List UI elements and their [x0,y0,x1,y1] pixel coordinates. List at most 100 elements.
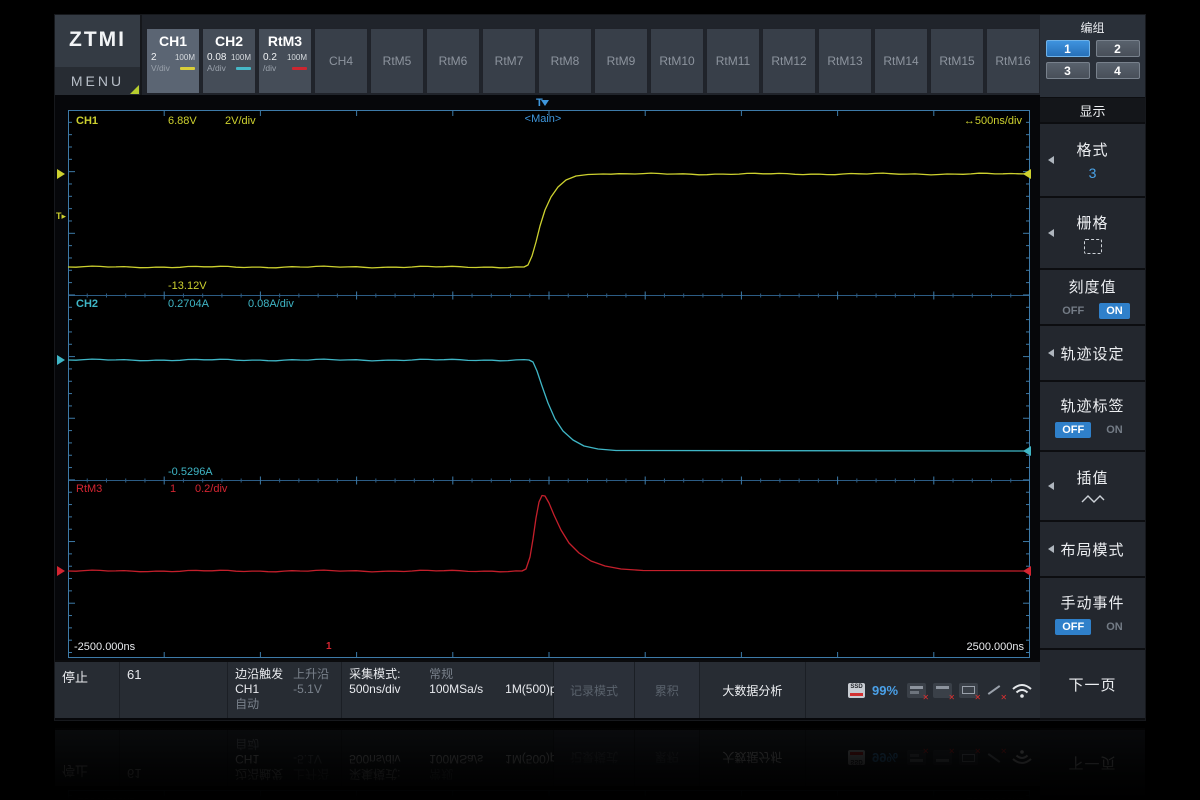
manual-event-on[interactable]: ON [1099,619,1130,635]
logo-block: ZTMI MENU [55,15,142,95]
waveform-display: T <Main> CH1 6.88V 2V/div ↔500ns/div -13… [68,110,1030,658]
scale-value-off[interactable]: OFF [1055,303,1091,319]
record-mode-button[interactable]: 记录模式 [554,662,635,718]
menu-button[interactable]: MENU [55,67,140,95]
stage: ZTMI MENU CH12100MV/divCH20.08100MA/divR… [0,0,1200,800]
ch1-trigger-level-marker[interactable]: T▸ [56,211,66,222]
wifi-icon [1011,682,1033,699]
trigger-type: 边沿触发 [235,667,283,682]
tab-rtm8[interactable]: RtM8 [538,28,592,94]
group-button-3[interactable]: 3 [1046,62,1090,79]
ssd-card-icon: SSD [848,683,865,698]
chevron-left-icon [1048,349,1054,357]
status-icons: SSD 99% ✕ ✕ ✕ ✕ [806,662,1040,718]
rtm3-scale: 0.2/div [195,483,227,495]
format-value: 3 [1089,165,1097,181]
horizontal-scale-icon: ↔ [964,115,975,127]
trigger-source: CH1 [235,682,283,697]
sidebar-item-grid[interactable]: 栅格 [1040,198,1145,268]
tab-rtm15[interactable]: RtM15 [930,28,984,94]
ch1-label: CH1 [76,115,98,127]
sidebar-item-format[interactable]: 格式 3 [1040,124,1145,196]
trigger-level: -5.1V [293,682,329,697]
tab-rtm3[interactable]: RtM30.2100M/div [258,28,312,94]
acq-mode: 常规 [429,667,499,682]
acquisition-count: 61 [120,662,228,718]
ch2-level-marker-icon[interactable] [1023,446,1031,456]
rtm3-trigger-marker[interactable]: 1 [326,641,332,652]
rtm3-level-marker-icon[interactable] [1023,566,1031,576]
sidebar-item-layout-mode[interactable]: 布局模式 [1040,522,1145,576]
acq-timebase: 500ns/div [349,682,423,697]
rtm3-position-marker-icon[interactable] [57,566,65,576]
tab-rtm11[interactable]: RtM11 [706,28,760,94]
tab-ch4[interactable]: CH4 [314,28,368,94]
tab-ch2[interactable]: CH20.08100MA/div [202,28,256,94]
ch2-label: CH2 [76,298,98,310]
ch2-readout: 0.2704A [168,298,209,310]
tab-rtm16[interactable]: RtM16 [986,28,1040,94]
big-data-analysis-button[interactable]: 大数据分析 [700,662,806,718]
time-end-label: 2500.000ns [967,641,1025,653]
sidebar: 编组 1234 显示 格式 3 栅格 刻度值 OFF [1040,15,1145,720]
menu-corner-triangle-icon [130,85,139,94]
time-start-label: -2500.000ns [74,641,135,653]
trigger-edge: 上升沿 [293,667,329,682]
tab-ch1[interactable]: CH12100MV/div [146,28,200,94]
status-bar: 停止 61 边沿触发 CH1 自动 上升沿 -5.1V 采集模式: 常规 500… [55,660,1040,718]
tab-rtm6[interactable]: RtM6 [426,28,480,94]
ch1-scale: 2V/div [225,115,256,127]
ch2-position-marker-icon[interactable] [57,355,65,365]
tab-rtm7[interactable]: RtM7 [482,28,536,94]
chevron-left-icon [1048,229,1054,237]
group-panel: 编组 1234 [1040,15,1145,97]
group-button-2[interactable]: 2 [1096,40,1140,57]
tab-rtm5[interactable]: RtM5 [370,28,424,94]
usb-device-icon: ✕ [907,683,926,698]
sidebar-item-trace-label[interactable]: 轨迹标签 OFF ON [1040,382,1145,450]
top-bar: ZTMI MENU CH12100MV/divCH20.08100MA/divR… [55,15,1040,95]
group-label: 编组 [1040,19,1145,36]
scale-value-on[interactable]: ON [1099,303,1130,319]
chevron-left-icon [1048,545,1054,553]
trigger-info[interactable]: 边沿触发 CH1 自动 上升沿 -5.1V [228,662,342,718]
rtm3-label: RtM3 [76,483,102,495]
screen-reflection: ZTMI MENU CH12100MV/divCH20.08100MA/divR… [55,728,1145,800]
ch1-position-marker-icon[interactable] [57,169,65,179]
group-button-4[interactable]: 4 [1096,62,1140,79]
tab-rtm14[interactable]: RtM14 [874,28,928,94]
battery-percentage: 99% [872,683,898,698]
satellite-icon: ✕ [985,683,1004,698]
sidebar-item-trace-setting[interactable]: 轨迹设定 [1040,326,1145,380]
chevron-left-icon [1048,156,1054,164]
tab-rtm9[interactable]: RtM9 [594,28,648,94]
run-state[interactable]: 停止 [55,662,120,718]
acq-mode-label: 采集模式: [349,667,423,682]
accumulate-button[interactable]: 累积 [635,662,700,718]
printer-icon: ✕ [933,683,952,698]
trace-label-off[interactable]: OFF [1055,422,1091,438]
sidebar-item-next-page[interactable]: 下一页 [1040,650,1145,718]
acq-rate: 100MSa/s [429,682,499,697]
tab-rtm13[interactable]: RtM13 [818,28,872,94]
trigger-position-marker[interactable]: T [536,97,549,109]
display-section-header: 显示 [1040,98,1145,122]
acquisition-info[interactable]: 采集模式: 常规 500ns/div 100MSa/s 1M(500)pts [342,662,554,718]
sidebar-item-interpolation[interactable]: 插值 [1040,452,1145,520]
ch2-min-readout: -0.5296A [168,466,213,478]
trace-label-on[interactable]: ON [1099,422,1130,438]
group-button-1[interactable]: 1 [1046,40,1090,57]
ch1-readout: 6.88V [168,115,197,127]
tab-rtm12[interactable]: RtM12 [762,28,816,94]
rtm3-readout: 1 [170,483,176,495]
sidebar-item-manual-event[interactable]: 手动事件 OFF ON [1040,578,1145,648]
menu-label: MENU [71,73,124,89]
sidebar-item-scale-value[interactable]: 刻度值 OFF ON [1040,270,1145,324]
tab-rtm10[interactable]: RtM10 [650,28,704,94]
timebase-readout: ↔500ns/div [964,115,1022,127]
ch2-scale: 0.08A/div [248,298,294,310]
ch1-level-marker-icon[interactable] [1023,169,1031,179]
manual-event-off[interactable]: OFF [1055,619,1091,635]
brand-logo: ZTMI [55,15,140,65]
group-buttons: 1234 [1040,40,1145,79]
